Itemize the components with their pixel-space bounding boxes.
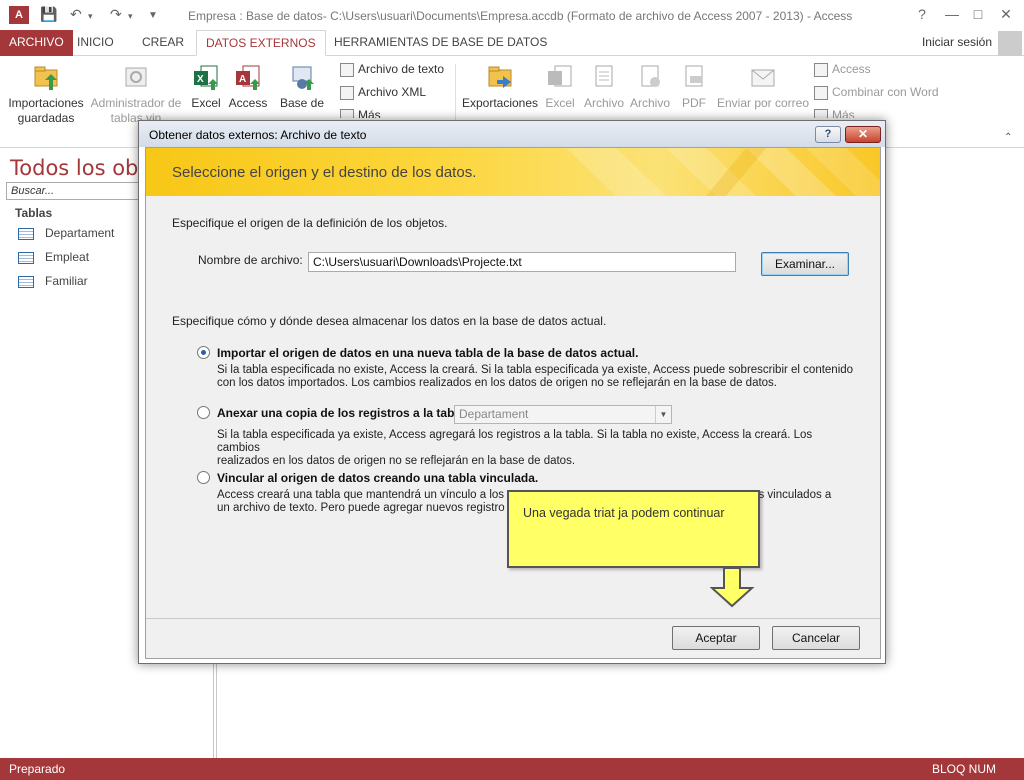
xml-file-icon	[340, 85, 354, 100]
table-icon	[18, 227, 34, 240]
access-icon: A	[233, 62, 263, 92]
import-more-button[interactable]: Más	[340, 108, 381, 118]
dialog-title: Obtener datos externos: Archivo de texto	[149, 128, 367, 142]
tab-datos-externos[interactable]: DATOS EXTERNOS	[196, 30, 326, 56]
banner-heading: Seleccione el origen y el destino de los…	[172, 164, 477, 181]
text-file-icon	[589, 62, 619, 92]
text-file-icon	[340, 62, 354, 77]
tab-inicio[interactable]: INICIO	[68, 30, 123, 56]
import-option-label[interactable]: Importar el origen de datos en una nueva…	[217, 346, 638, 360]
search-input[interactable]: Buscar...	[6, 182, 146, 200]
svg-text:A: A	[239, 74, 246, 85]
pdf-icon	[679, 62, 709, 92]
import-option-description: Si la tabla especificada no existe, Acce…	[217, 364, 854, 389]
linked-table-manager-button[interactable]: Administrador de tablas vin	[88, 62, 184, 126]
xml-file-icon	[635, 62, 665, 92]
nav-pane-title[interactable]: Todos los obj	[10, 156, 144, 180]
list-item[interactable]: Departament	[18, 226, 114, 240]
nav-group-tables[interactable]: Tablas	[15, 206, 52, 220]
list-item[interactable]: Familiar	[18, 274, 88, 288]
saved-exports-button[interactable]: Exportaciones	[460, 62, 540, 111]
num-lock-indicator: BLOQ NUM	[931, 762, 996, 776]
export-excel-button[interactable]: Excel	[542, 62, 578, 111]
append-option-label[interactable]: Anexar una copia de los registros a la t…	[217, 406, 468, 420]
tab-herramientas[interactable]: HERRAMIENTAS DE BASE DE DATOS	[325, 30, 556, 56]
more-icon	[340, 108, 354, 118]
source-heading: Especifique el origen de la definición d…	[172, 216, 448, 230]
import-odbc-button[interactable]: Base de	[278, 62, 326, 111]
callout-text: Una vegada triat ja podem continuar	[523, 506, 725, 520]
callout-arrow-down-icon	[710, 567, 755, 608]
ok-button[interactable]: Aceptar	[672, 626, 760, 650]
linked-table-manager-icon	[121, 62, 151, 92]
save-icon[interactable]: 💾	[40, 6, 57, 23]
import-option-radio[interactable]	[197, 346, 210, 359]
export-pdf-button[interactable]: PDF	[678, 62, 710, 111]
title-bar: A 💾 ↶ ▾ ↷ ▾ ▼ Empresa : Base de datos- C…	[0, 0, 1024, 30]
tab-crear[interactable]: CREAR	[133, 30, 193, 56]
saved-imports-button[interactable]: Importaciones guardadas	[6, 62, 86, 126]
more-icon	[814, 108, 828, 118]
append-table-select[interactable]: Departament ▼	[454, 405, 672, 424]
export-access-button[interactable]: Access	[814, 62, 871, 77]
export-text-file-button[interactable]: Archivo	[582, 62, 626, 111]
undo-icon[interactable]: ↶	[70, 6, 82, 23]
import-access-button[interactable]: A Access	[226, 62, 270, 111]
browse-button[interactable]: Examinar...	[761, 252, 849, 276]
access-logo-icon[interactable]: A	[9, 6, 29, 24]
restore-button[interactable]: □	[968, 6, 988, 22]
cancel-button[interactable]: Cancelar	[772, 626, 860, 650]
get-external-data-dialog: Obtener datos externos: Archivo de texto…	[138, 120, 886, 664]
tutorial-callout: Una vegada triat ja podem continuar	[507, 490, 760, 568]
destination-heading: Especifique cómo y dónde desea almacenar…	[172, 314, 607, 328]
collapse-ribbon-icon[interactable]: ⌃	[1004, 132, 1012, 143]
status-bar: Preparado BLOQ NUM	[0, 758, 1024, 780]
table-icon	[18, 275, 34, 288]
word-merge-button[interactable]: Combinar con Word	[814, 85, 939, 100]
file-name-field[interactable]: C:\Users\usuari\Downloads\Projecte.txt	[308, 252, 736, 272]
redo-icon[interactable]: ↷	[110, 6, 122, 23]
email-icon	[748, 62, 778, 92]
help-icon[interactable]: ?	[912, 6, 932, 22]
redo-dropdown-icon[interactable]: ▾	[128, 11, 133, 22]
excel-icon: X	[191, 62, 221, 92]
close-window-button[interactable]: ✕	[996, 6, 1016, 23]
status-text: Preparado	[9, 762, 66, 776]
dialog-banner: Seleccione el origen y el destino de los…	[146, 148, 880, 196]
append-option-radio[interactable]	[197, 406, 210, 419]
link-option-label[interactable]: Vincular al origen de datos creando una …	[217, 471, 538, 485]
access-icon	[814, 62, 828, 77]
tab-archivo[interactable]: ARCHIVO	[0, 30, 73, 56]
chevron-down-icon[interactable]: ▼	[655, 406, 671, 423]
import-excel-button[interactable]: X Excel	[186, 62, 226, 111]
saved-exports-icon	[485, 62, 515, 92]
email-button[interactable]: Enviar por correo	[716, 62, 810, 111]
list-item[interactable]: Empleat	[18, 250, 89, 264]
append-option-description: Si la tabla especificada ya existe, Acce…	[217, 429, 813, 467]
svg-text:X: X	[197, 74, 204, 85]
import-xml-file-button[interactable]: Archivo XML	[340, 85, 426, 100]
dialog-body: Seleccione el origen y el destino de los…	[145, 147, 881, 659]
excel-icon	[545, 62, 575, 92]
export-more-button[interactable]: Más	[814, 108, 855, 118]
file-name-label: Nombre de archivo:	[198, 253, 303, 267]
table-icon	[18, 251, 34, 264]
odbc-database-icon	[287, 62, 317, 92]
word-icon	[814, 85, 828, 100]
import-text-file-button[interactable]: Archivo de texto	[340, 62, 444, 77]
customize-qat-icon[interactable]: ▼	[148, 10, 158, 21]
dialog-footer-divider	[146, 618, 880, 619]
export-xml-file-button[interactable]: Archivo	[628, 62, 672, 111]
ribbon-tabs: ARCHIVO INICIO CREAR DATOS EXTERNOS HERR…	[0, 30, 1024, 57]
minimize-button[interactable]: —	[942, 6, 962, 22]
dialog-close-button[interactable]: ✕	[845, 126, 881, 143]
dialog-help-button[interactable]: ?	[815, 126, 841, 143]
link-option-radio[interactable]	[197, 471, 210, 484]
window-title: Empresa : Base de datos- C:\Users\usuari…	[188, 9, 853, 23]
sign-in-link[interactable]: Iniciar sesión	[922, 35, 992, 49]
undo-dropdown-icon[interactable]: ▾	[88, 11, 93, 22]
saved-imports-icon	[31, 62, 61, 92]
avatar[interactable]	[998, 31, 1022, 57]
dialog-title-bar[interactable]: Obtener datos externos: Archivo de texto…	[139, 121, 885, 147]
